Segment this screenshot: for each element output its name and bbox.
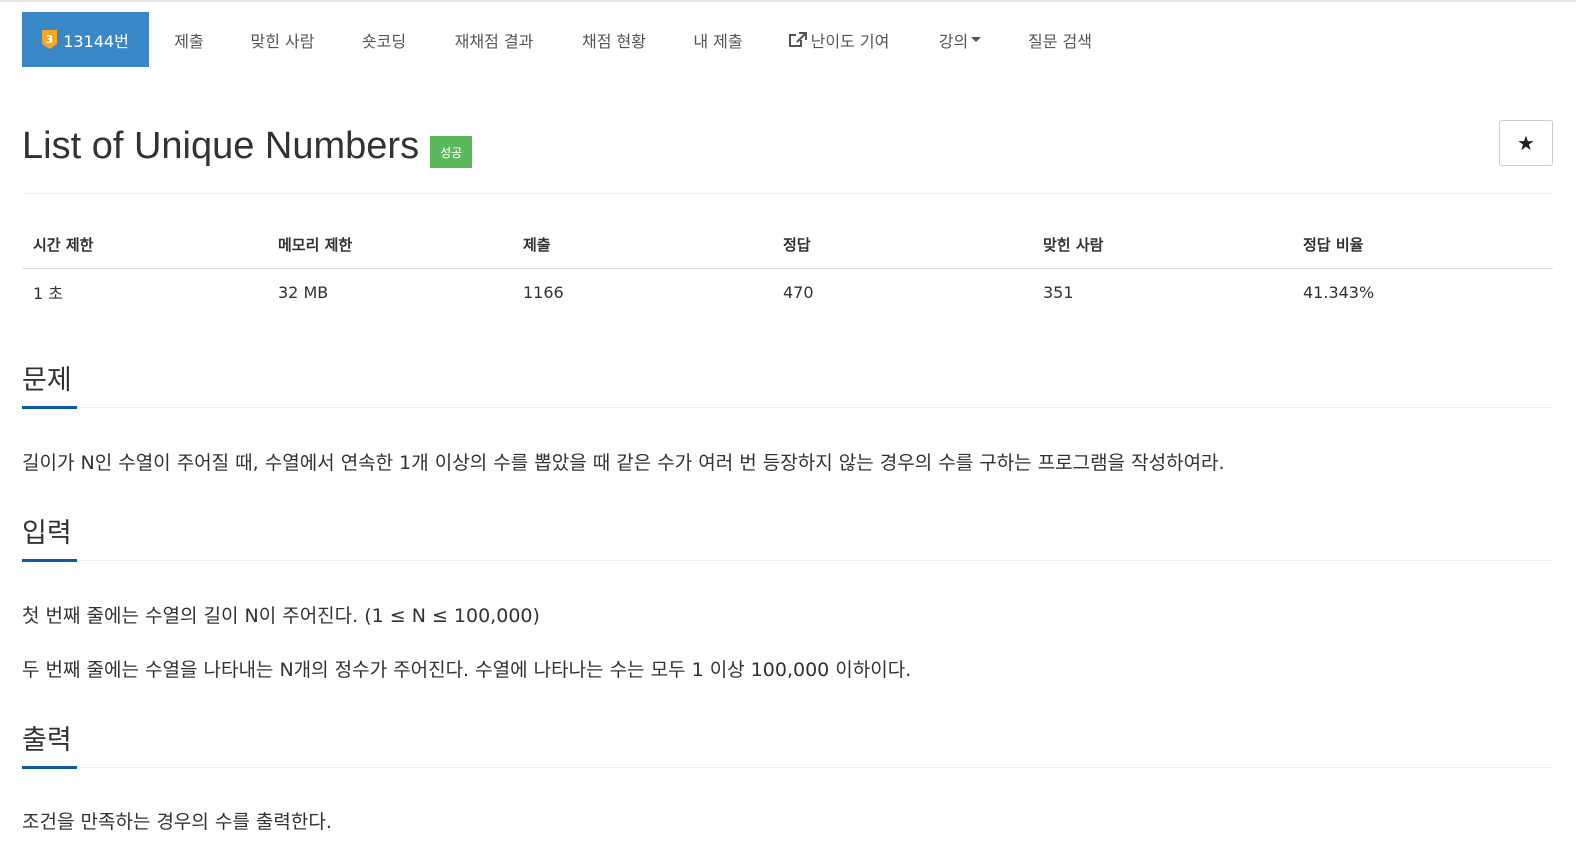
tab-short-coding[interactable]: 숏코딩 <box>336 12 432 67</box>
tab-my-submissions-label: 내 제출 <box>693 31 743 51</box>
value-memory-limit: 32 MB <box>278 282 329 302</box>
section-divider <box>22 560 1553 561</box>
caret-down-icon <box>971 37 982 42</box>
problem-section-header: 문제 <box>22 358 1553 409</box>
tab-judge-status[interactable]: 채점 현황 <box>556 12 672 67</box>
output-section-header: 출력 <box>22 718 1553 769</box>
table-header-row: 시간 제한 메모리 제한 제출 정답 맞힌 사람 정답 비율 <box>22 222 1553 269</box>
tier-icon: 3 <box>42 30 58 49</box>
section-divider <box>22 767 1553 768</box>
tab-solved-users[interactable]: 맞힌 사람 <box>229 12 336 67</box>
top-border <box>0 0 1576 2</box>
value-accept-ratio: 41.343% <box>1303 282 1375 302</box>
input-section-header: 입력 <box>22 511 1553 562</box>
tab-solved-users-label: 맞힌 사람 <box>250 31 315 51</box>
tab-difficulty-contribution-label: 난이도 기여 <box>810 31 890 51</box>
input-line-1: 첫 번째 줄에는 수열의 길이 N이 주어진다. (1 ≤ N ≤ 100,00… <box>22 605 540 627</box>
star-icon: ★ <box>1517 132 1535 155</box>
title-row: List of Unique Numbers 성공 <box>22 120 473 172</box>
star-button[interactable]: ★ <box>1499 120 1553 166</box>
input-line-2: 두 번째 줄에는 수열을 나타내는 N개의 정수가 주어진다. 수열에 나타나는… <box>22 659 912 681</box>
tab-rejudge-results-label: 재채점 결과 <box>454 31 534 51</box>
tab-lectures-dropdown[interactable]: 강의 <box>914 12 1006 67</box>
tier-number: 3 <box>46 33 54 46</box>
header-submissions: 제출 <box>512 222 772 269</box>
problem-section-title: 문제 <box>22 365 72 396</box>
problem-description: 길이가 N인 수열이 주어질 때, 수열에서 연속한 1개 이상의 수를 뽑았을… <box>22 452 1225 474</box>
header-time-limit: 시간 제한 <box>22 222 267 269</box>
problem-nav-tabs: 3 13144번 제출 맞힌 사람 숏코딩 재채점 결과 채점 현황 내 제출 … <box>22 12 1114 67</box>
header-memory-limit: 메모리 제한 <box>267 222 512 269</box>
header-accept-ratio: 정답 비율 <box>1292 222 1553 269</box>
value-time-limit: 1 초 <box>33 284 63 304</box>
tab-lectures-label: 강의 <box>938 31 969 51</box>
tab-my-submissions[interactable]: 내 제출 <box>672 12 764 67</box>
header-solved-users: 맞힌 사람 <box>1032 222 1292 269</box>
tab-problem[interactable]: 3 13144번 <box>22 12 149 67</box>
section-accent-bar <box>22 559 77 562</box>
status-badge: 성공 <box>430 136 473 168</box>
tab-problem-label: 13144번 <box>63 31 129 51</box>
value-solved-users: 351 <box>1043 282 1074 302</box>
output-section-title: 출력 <box>22 725 72 756</box>
page-title: List of Unique Numbers <box>22 124 420 167</box>
output-description: 조건을 만족하는 경우의 수를 출력한다. <box>22 811 332 833</box>
value-submissions: 1166 <box>523 282 564 302</box>
section-accent-bar <box>22 406 77 409</box>
section-divider <box>22 407 1553 408</box>
section-accent-bar <box>22 766 77 769</box>
external-link-icon <box>788 31 807 48</box>
problem-info-table: 시간 제한 메모리 제한 제출 정답 맞힌 사람 정답 비율 1 초 32 MB… <box>22 222 1553 316</box>
tab-difficulty-contribution[interactable]: 난이도 기여 <box>764 12 914 67</box>
tab-question-search-label: 질문 검색 <box>1028 31 1092 51</box>
title-divider <box>22 193 1553 194</box>
tab-judge-status-label: 채점 현황 <box>582 31 646 51</box>
value-accepted: 470 <box>783 282 814 302</box>
header-accepted: 정답 <box>772 222 1032 269</box>
table-row: 1 초 32 MB 1166 470 351 41.343% <box>22 268 1553 316</box>
tab-short-coding-label: 숏코딩 <box>361 31 407 51</box>
tab-submit-label: 제출 <box>174 31 204 51</box>
input-section-title: 입력 <box>22 518 72 549</box>
tab-submit[interactable]: 제출 <box>149 12 229 67</box>
tab-question-search[interactable]: 질문 검색 <box>1006 12 1114 67</box>
tab-rejudge-results[interactable]: 재채점 결과 <box>432 12 556 67</box>
